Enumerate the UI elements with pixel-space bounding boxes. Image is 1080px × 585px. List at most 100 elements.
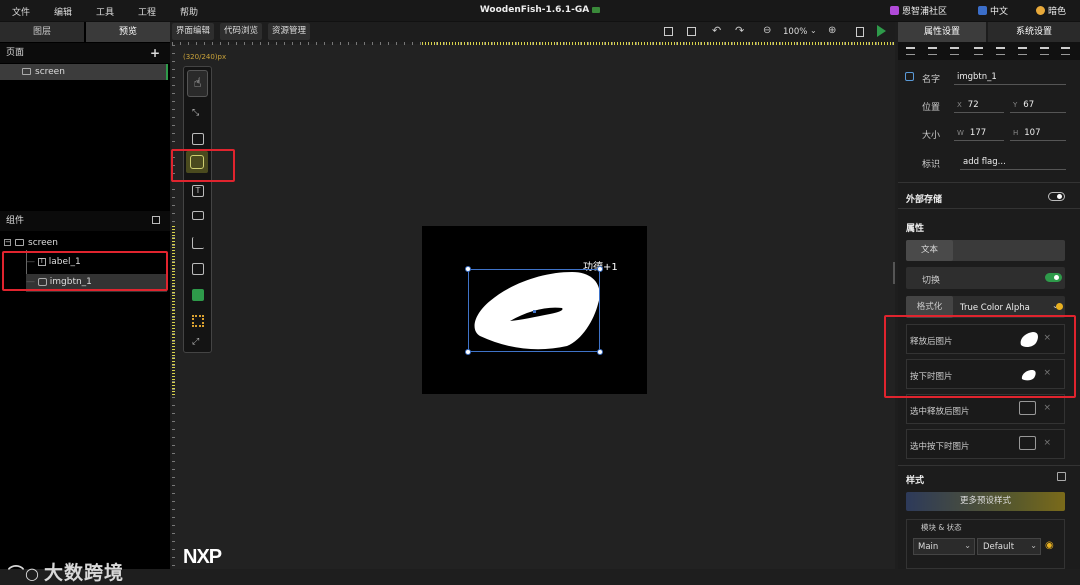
undo-icon[interactable]: ↶ <box>712 24 721 37</box>
checked-pressed-image-row[interactable]: 选中按下时图片 × <box>906 429 1065 459</box>
qrcode-widget-icon[interactable] <box>192 315 204 327</box>
state-select[interactable]: Default ⌄ <box>977 538 1041 555</box>
curve-widget-icon[interactable] <box>192 289 204 301</box>
paste-icon[interactable] <box>687 27 696 36</box>
tab-layers[interactable]: 图层 <box>0 22 84 42</box>
widget-toolbar: ☝ ⤡ T ⤢ <box>183 66 212 353</box>
button-widget-icon[interactable] <box>192 133 204 145</box>
distribute-h-icon[interactable] <box>1040 47 1049 55</box>
external-storage-toggle[interactable] <box>1048 192 1065 201</box>
save-style-icon[interactable] <box>1057 472 1066 481</box>
watermark-text: 大数跨境 <box>43 562 124 584</box>
components-title: 组件 <box>6 216 25 226</box>
x-value: 72 <box>967 100 979 110</box>
image-placeholder-icon[interactable] <box>1019 436 1036 450</box>
text-button[interactable]: 文本 <box>906 240 953 261</box>
properties-panel: 属性设置 系统设置 名字 imgbtn_1 位置 X 72 Y 67 大小 W 177… <box>884 22 1080 569</box>
ruler-top-highlight <box>422 42 894 45</box>
theme-switch[interactable]: 暗色 <box>1036 4 1066 17</box>
left-panel: 图层 预览 页面 + screen 组件 − screen — T label_1… <box>0 22 170 584</box>
h-field[interactable]: H 107 <box>1010 126 1066 141</box>
align-center-icon[interactable] <box>928 47 937 55</box>
text-widget-icon[interactable]: T <box>192 185 204 197</box>
copy-icon[interactable] <box>664 27 673 36</box>
w-prefix: W <box>957 129 964 137</box>
collapse-arrows-icon[interactable]: ⤡ <box>192 108 199 118</box>
switch-row: 切换 <box>906 267 1065 289</box>
align-middle-icon[interactable] <box>996 47 1005 55</box>
community-link[interactable]: 恩智浦社区 <box>890 4 947 17</box>
pages-header: 页面 + <box>0 43 170 63</box>
hand-tool-icon[interactable]: ☝ <box>187 70 208 97</box>
align-bottom-icon[interactable] <box>1018 47 1027 55</box>
pages-title: 页面 <box>6 48 25 58</box>
remove-checked-pressed-image-icon[interactable]: × <box>1043 438 1051 448</box>
checked-pressed-image-label: 选中按下时图片 <box>910 442 970 452</box>
theme-label: 暗色 <box>1048 7 1067 17</box>
resize-handle-nw[interactable] <box>465 266 471 272</box>
external-storage-label: 外部存储 <box>906 195 943 205</box>
redo-icon[interactable]: ↷ <box>735 24 744 37</box>
app-title-text: WoodenFish-1.6.1-GA <box>479 5 590 15</box>
ruler-left-highlight <box>172 226 175 396</box>
language-switch[interactable]: 中文 <box>978 4 1008 17</box>
highlight-box-tree <box>2 251 168 291</box>
tab-system-settings[interactable]: 系统设置 <box>988 22 1080 42</box>
image-widget-icon[interactable] <box>192 263 204 275</box>
zoom-in-icon[interactable]: ⊕ <box>828 25 836 36</box>
checked-released-image-row[interactable]: 选中释放后图片 × <box>906 394 1065 424</box>
h-value: 107 <box>1024 128 1041 138</box>
add-page-button[interactable]: + <box>150 43 160 63</box>
y-field[interactable]: Y 67 <box>1010 98 1066 113</box>
tab-ui-edit[interactable]: 界面编辑 <box>172 23 215 40</box>
tab-properties[interactable]: 属性设置 <box>898 22 986 42</box>
y-prefix: Y <box>1013 101 1018 109</box>
palette-icon <box>1036 6 1045 15</box>
y-value: 67 <box>1023 100 1035 110</box>
resize-handle-ne[interactable] <box>597 266 603 272</box>
watermark-logo-icon: ⌒○ <box>8 564 40 583</box>
flag-field[interactable]: add flag... <box>960 155 1066 170</box>
zoom-dropdown-icon[interactable]: ⌄ <box>810 26 817 35</box>
folder-icon <box>592 6 601 13</box>
chart-widget-icon[interactable] <box>192 237 204 249</box>
run-icon[interactable] <box>877 25 886 37</box>
remove-checked-released-image-icon[interactable]: × <box>1043 403 1051 413</box>
name-field[interactable]: imgbtn_1 <box>954 70 1066 85</box>
zoom-out-icon[interactable]: ⊖ <box>763 25 771 36</box>
tab-code-view[interactable]: 代码浏览 <box>220 23 263 40</box>
distribute-v-icon[interactable] <box>1061 47 1070 55</box>
canvas-splitter[interactable] <box>893 262 895 284</box>
tree-root-screen[interactable]: − screen <box>4 234 58 252</box>
page-item-label: screen <box>35 67 65 77</box>
selection-box[interactable] <box>468 269 600 352</box>
highlight-box-widget <box>171 149 235 182</box>
align-left-icon[interactable] <box>906 47 915 55</box>
resize-handle-se[interactable] <box>597 349 603 355</box>
align-right-icon[interactable] <box>950 47 959 55</box>
editor-toolbar: 界面编辑 代码浏览 资源管理 ↶ ↷ ⊖ 100% ⌄ ⊕ <box>170 22 895 42</box>
style-title: 样式 <box>906 476 925 486</box>
more-styles-button[interactable]: 更多预设样式 <box>906 492 1065 511</box>
format-select[interactable]: True Color Alpha <box>960 303 1030 313</box>
page-item-screen[interactable]: screen <box>0 64 168 80</box>
part-select[interactable]: Main ⌄ <box>913 538 975 555</box>
tab-preview[interactable]: 预览 <box>86 22 170 42</box>
resize-handle-sw[interactable] <box>465 349 471 355</box>
module-state-label: 模块 & 状态 <box>921 523 962 532</box>
divider <box>898 182 1080 183</box>
zoom-level[interactable]: 100% <box>783 27 807 37</box>
w-field[interactable]: W 177 <box>954 126 1004 141</box>
checked-released-image-label: 选中释放后图片 <box>910 407 970 417</box>
switch-toggle[interactable] <box>1045 273 1062 282</box>
input-widget-icon[interactable] <box>192 211 204 220</box>
expand-arrows-icon[interactable]: ⤢ <box>192 337 199 347</box>
collapse-icon[interactable]: − <box>4 239 11 246</box>
image-placeholder-icon[interactable] <box>1019 401 1036 415</box>
external-link-icon[interactable] <box>152 216 160 224</box>
align-top-icon[interactable] <box>974 47 983 55</box>
x-field[interactable]: X 72 <box>954 98 1004 113</box>
tab-resources[interactable]: 资源管理 <box>268 23 311 40</box>
eye-icon[interactable]: ◉ <box>1045 540 1054 551</box>
document-icon[interactable] <box>856 27 864 37</box>
